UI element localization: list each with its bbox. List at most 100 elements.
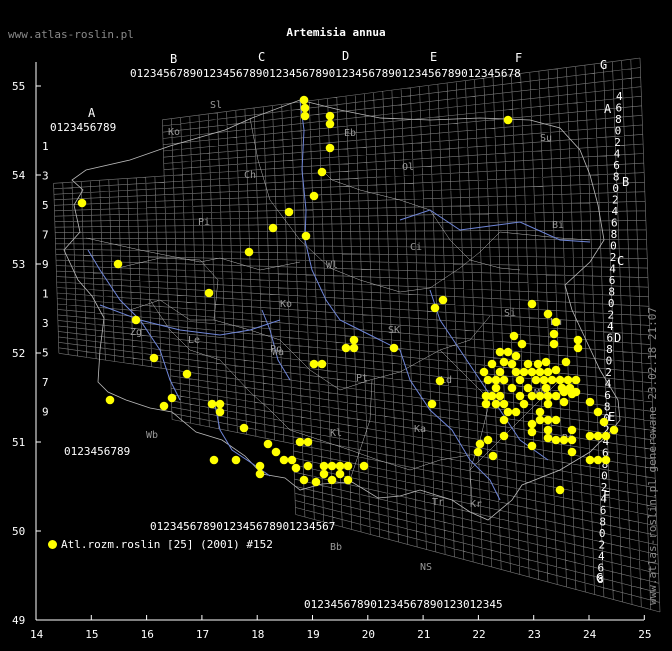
x-tick-label: 21 [417,628,430,641]
region-label: Wa [272,347,284,358]
grid-letter-left: A [88,106,96,120]
occurrence-point [543,391,553,401]
y-tick-label: 54 [12,169,26,182]
occurrence-point [268,223,278,233]
grid-letter-top: G [600,58,607,72]
atpol-grid [53,57,661,613]
grid-letter-top: B [170,52,177,66]
grid-digits-top-a: 0123456789 [50,121,116,134]
grid-lines [53,57,661,613]
occurrence-point [131,315,141,325]
x-tick-label: 24 [583,628,597,641]
region-label: Pt [356,373,368,384]
region-label: Ko [280,299,292,310]
occurrence-point [531,375,541,385]
occurrence-point [499,431,509,441]
occurrence-point [601,431,611,441]
occurrence-point [488,451,498,461]
occurrence-point [149,353,159,363]
occurrence-point [495,347,505,357]
occurrence-point [585,431,595,441]
site-url-top[interactable]: www.atlas-roslin.pl [8,28,134,41]
grid-digit-left: 5 [42,347,49,360]
region-label: Su [540,133,552,144]
occurrence-point [533,359,543,369]
occurrence-point [207,399,217,409]
occurrence-point [527,419,537,429]
occurrence-point [239,423,249,433]
occurrence-point [300,103,310,113]
occurrence-point [503,407,513,417]
occurrence-point [511,351,521,361]
occurrence-point [551,415,561,425]
region-label: Si [504,308,516,319]
occurrence-point [271,447,281,457]
region-label: Eb [344,128,356,139]
occurrence-point [523,359,533,369]
site-url-vertical: www.atlas-roslin.pl generowane 23.02.18 … [646,306,659,605]
occurrence-point [567,425,577,435]
y-tick-label: 49 [12,614,25,627]
occurrence-point [343,475,353,485]
region-label: Kl [330,428,342,439]
occurrence-point [481,399,491,409]
occurrence-point [325,119,335,129]
occurrence-point [593,407,603,417]
y-tick-label: 53 [12,258,25,271]
occurrence-point [563,375,573,385]
occurrence-point [495,367,505,377]
occurrence-point [511,367,521,377]
occurrence-point [430,303,440,313]
y-tick-label: 52 [12,347,25,360]
grid-digit-right: 8 [597,573,604,586]
occurrence-point [519,399,529,409]
occurrence-point [105,395,115,405]
occurrence-point [535,407,545,417]
occurrence-point [335,469,345,479]
grid-digits-top: 0123456789012345678901234567890123456789… [130,67,521,80]
occurrence-point [585,397,595,407]
occurrence-point [549,339,559,349]
region-label: Ka [414,424,426,435]
region-label: Ch [244,170,256,181]
occurrence-point [167,393,177,403]
grid-letter-top: D [342,49,349,63]
occurrence-point [279,455,289,465]
occurrence-point [567,389,577,399]
occurrence-point [499,375,509,385]
occurrence-point [593,455,603,465]
occurrence-point [585,455,595,465]
occurrence-point [519,367,529,377]
occurrence-point [389,343,399,353]
occurrence-point [539,375,549,385]
occurrence-point [551,391,561,401]
grid-letter-top: C [258,50,265,64]
region-label: Tr [432,497,444,508]
region-label: Pi [198,217,210,228]
occurrence-point [593,431,603,441]
occurrence-point [535,415,545,425]
occurrence-point [535,367,545,377]
occurrence-point [204,288,214,298]
grid-digit-left: 9 [42,258,49,271]
occurrence-point [543,415,553,425]
x-tick-label: 25 [638,628,651,641]
occurrence-point [309,191,319,201]
grid-digits-bottom-c: 012345678901234567890123012345 [304,598,503,611]
occurrence-point [359,461,369,471]
occurrence-point [182,369,192,379]
x-tick-label: 22 [472,628,485,641]
distribution-map: SlKoEbOlSuChPiCiBiWlKoPoSKSiZgLeWaLdMaPt… [12,49,661,641]
grid-digits-bottom-a: 0123456789 [64,445,130,458]
region-label: Ol [402,162,414,173]
x-tick-label: 15 [85,628,98,641]
occurrence-point [475,439,485,449]
occurrence-point [509,331,519,341]
grid-digit-left: 9 [42,406,49,419]
occurrence-point [543,433,553,443]
occurrence-point [543,309,553,319]
occurrence-point [491,375,501,385]
occurrence-point [517,339,527,349]
region-label: Bi [552,220,564,231]
y-tick-label: 51 [12,436,25,449]
